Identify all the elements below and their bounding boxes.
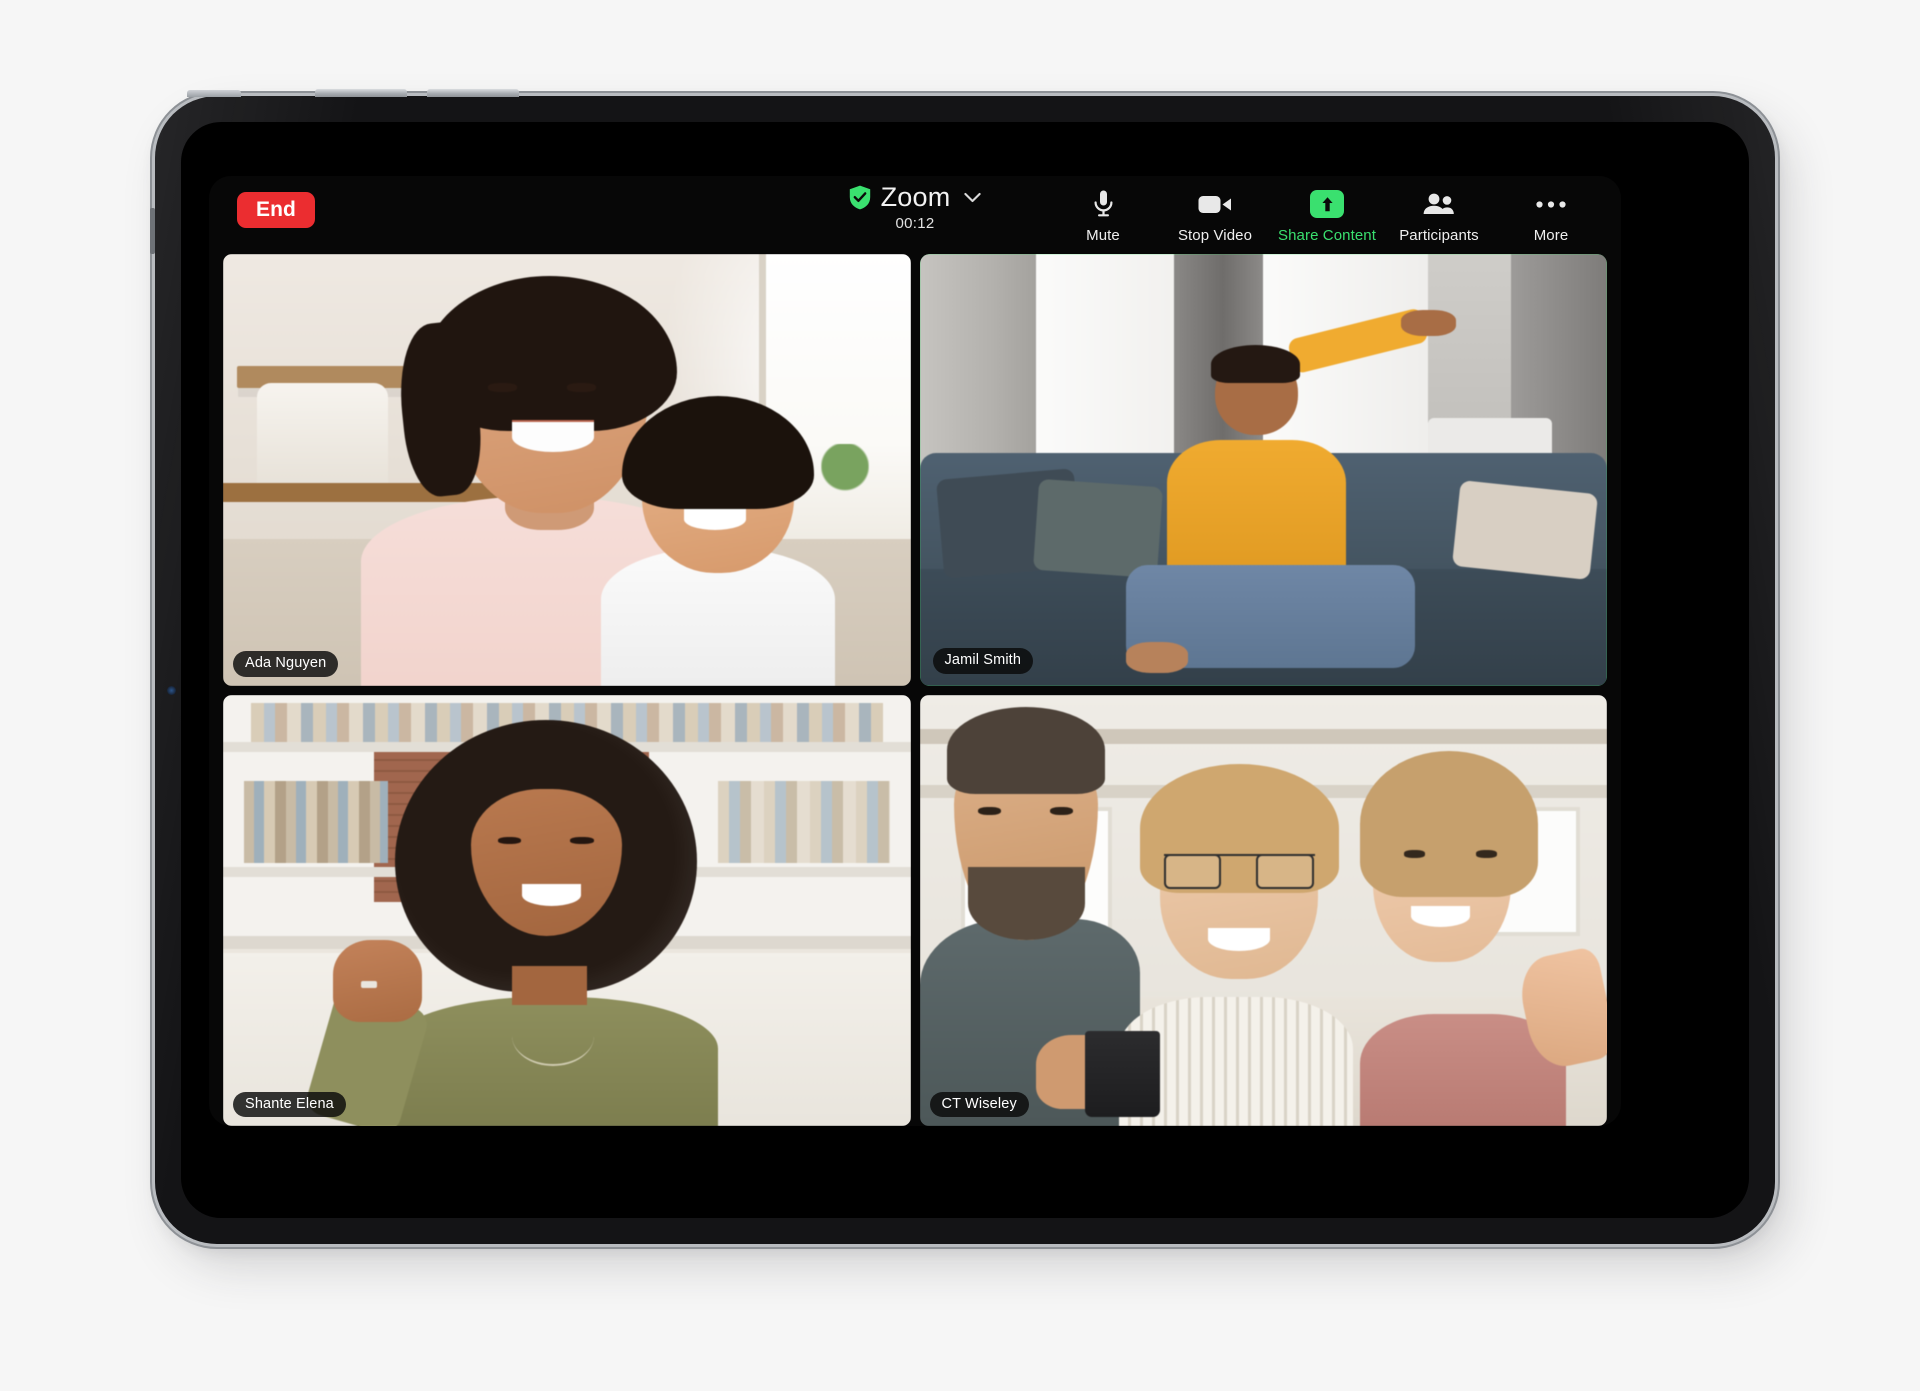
toolbar-actions: Mute Stop Video Share Content Participan…: [1047, 182, 1607, 244]
video-feed: [223, 694, 911, 1126]
video-tile-shante-elena[interactable]: Shante Elena: [223, 694, 911, 1126]
video-tile-jamil-smith[interactable]: Jamil Smith: [919, 254, 1607, 686]
stop-video-label: Stop Video: [1177, 227, 1253, 244]
end-meeting-button[interactable]: End: [237, 192, 315, 228]
participant-name-badge: Shante Elena: [233, 1091, 346, 1117]
video-feed: [919, 254, 1607, 686]
more-label: More: [1533, 227, 1569, 244]
more-button[interactable]: More: [1495, 182, 1607, 244]
video-feed: [223, 254, 911, 686]
page-canvas: End Zoom 00:12 Mute Stop Video Share Con…: [0, 0, 1920, 1391]
shield-check-icon: [849, 185, 870, 210]
ellipsis-icon: [1536, 188, 1566, 220]
volume-down-button[interactable]: [427, 89, 519, 97]
people-icon: [1422, 188, 1456, 220]
video-feed: [919, 694, 1607, 1126]
meeting-timer: 00:12: [895, 215, 935, 232]
participants-label: Participants: [1399, 227, 1479, 244]
share-content-label: Share Content: [1277, 227, 1377, 244]
microphone-icon: [1094, 188, 1113, 220]
video-tile-ct-wiseley[interactable]: CT Wiseley: [919, 694, 1607, 1126]
meeting-info-dropdown[interactable]: Zoom: [849, 184, 982, 211]
power-button[interactable]: [187, 90, 241, 97]
bezel-reflection: [167, 686, 176, 695]
zoom-app-window: End Zoom 00:12 Mute Stop Video Share Con…: [209, 176, 1621, 1126]
volume-up-button[interactable]: [315, 89, 407, 97]
participant-name-badge: Jamil Smith: [932, 648, 1034, 674]
participant-name-badge: CT Wiseley: [929, 1091, 1029, 1117]
participant-name-badge: Ada Nguyen: [233, 651, 339, 677]
side-port: [150, 208, 155, 254]
ipad-screen: End Zoom 00:12 Mute Stop Video Share Con…: [181, 122, 1749, 1218]
participants-button[interactable]: Participants: [1383, 182, 1495, 244]
share-content-button[interactable]: Share Content: [1271, 182, 1383, 244]
video-tile-ada-nguyen[interactable]: Ada Nguyen: [223, 254, 911, 686]
ipad-device: End Zoom 00:12 Mute Stop Video Share Con…: [150, 89, 1775, 1244]
video-camera-icon: [1198, 188, 1232, 220]
chevron-down-icon[interactable]: [964, 192, 982, 203]
meeting-toolbar: End Zoom 00:12 Mute Stop Video Share Con…: [209, 176, 1621, 254]
gallery-grid: Ada Nguyen Jamil Smith Shante Elena CT W…: [209, 254, 1621, 1126]
stop-video-button[interactable]: Stop Video: [1159, 182, 1271, 244]
share-arrow-up-icon: [1310, 188, 1344, 220]
mute-button[interactable]: Mute: [1047, 182, 1159, 244]
meeting-title: Zoom: [880, 182, 951, 212]
mute-label: Mute: [1086, 227, 1120, 244]
